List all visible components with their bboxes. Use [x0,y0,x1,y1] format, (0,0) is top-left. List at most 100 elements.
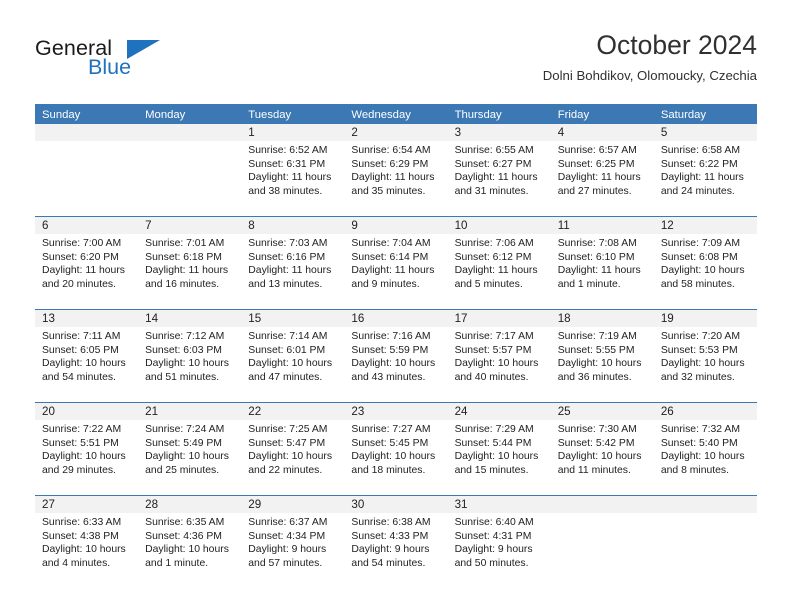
day-cell[interactable]: 6 Sunrise: 7:00 AM Sunset: 6:20 PM Dayli… [35,217,139,309]
daylight-text-line2: and 38 minutes. [248,185,323,197]
day-details: Sunrise: 6:38 AM Sunset: 4:33 PM Dayligh… [344,513,447,570]
daylight-text-line1: Daylight: 9 hours [248,544,327,556]
daylight-text-line1: Daylight: 10 hours [42,358,126,370]
daylight-text-line1: Daylight: 10 hours [557,358,642,370]
sunrise-text: Sunrise: 7:03 AM [248,238,328,249]
day-number: 27 [35,496,139,513]
day-cell[interactable]: 3 Sunrise: 6:55 AM Sunset: 6:27 PM Dayli… [447,124,551,216]
daylight-text-line1: Daylight: 10 hours [351,451,436,463]
day-cell[interactable]: 15 Sunrise: 7:14 AM Sunset: 6:01 PM Dayl… [241,310,345,402]
day-cell[interactable]: 8 Sunrise: 7:03 AM Sunset: 6:16 PM Dayli… [241,217,345,309]
sunrise-text: Sunrise: 6:37 AM [248,517,328,528]
day-cell[interactable]: 27 Sunrise: 6:33 AM Sunset: 4:38 PM Dayl… [35,496,139,588]
sunrise-text: Sunrise: 6:35 AM [145,517,225,528]
daylight-text-line1: Daylight: 11 hours [42,265,125,277]
day-cell[interactable]: 2 Sunrise: 6:54 AM Sunset: 6:29 PM Dayli… [344,124,448,216]
sunrise-text: Sunrise: 7:19 AM [557,331,637,342]
day-cell[interactable]: 31 Sunrise: 6:40 AM Sunset: 4:31 PM Dayl… [447,496,551,588]
daylight-text-line1: Daylight: 10 hours [454,451,539,463]
week-row: 13 Sunrise: 7:11 AM Sunset: 6:05 PM Dayl… [35,309,757,402]
sunset-text: Sunset: 5:47 PM [248,437,326,449]
daylight-text-line1: Daylight: 11 hours [145,265,229,277]
day-cell[interactable] [550,496,654,588]
title-block: October 2024 Dolni Bohdikov, Olomoucky, … [543,30,757,84]
day-cell[interactable]: 26 Sunrise: 7:32 AM Sunset: 5:40 PM Dayl… [653,403,757,495]
weekday-header-sunday: Sunday [42,109,81,121]
day-number: 31 [447,496,551,513]
day-number: 9 [344,217,448,234]
day-details: Sunrise: 7:30 AM Sunset: 5:42 PM Dayligh… [551,420,654,477]
daylight-text-line1: Daylight: 10 hours [660,265,745,277]
day-cell[interactable]: 13 Sunrise: 7:11 AM Sunset: 6:05 PM Dayl… [35,310,139,402]
day-cell[interactable]: 17 Sunrise: 7:17 AM Sunset: 5:57 PM Dayl… [447,310,551,402]
day-cell[interactable]: 25 Sunrise: 7:30 AM Sunset: 5:42 PM Dayl… [550,403,654,495]
day-cell[interactable]: 10 Sunrise: 7:06 AM Sunset: 6:12 PM Dayl… [447,217,551,309]
day-details [654,513,757,516]
daylight-text-line2: and 27 minutes. [557,185,632,197]
daylight-text-line2: and 54 minutes. [351,557,426,569]
daylight-text-line2: and 1 minute. [145,557,209,569]
daylight-text-line1: Daylight: 10 hours [42,451,126,463]
day-details: Sunrise: 7:32 AM Sunset: 5:40 PM Dayligh… [654,420,757,477]
logo-triangle-icon [127,40,160,59]
day-details: Sunrise: 7:24 AM Sunset: 5:49 PM Dayligh… [138,420,241,477]
sunset-text: Sunset: 5:53 PM [660,344,738,356]
page-subtitle: Dolni Bohdikov, Olomoucky, Czechia [542,68,757,84]
day-number: 30 [344,496,448,513]
day-details: Sunrise: 6:58 AM Sunset: 6:22 PM Dayligh… [654,141,757,198]
day-number: 14 [138,310,242,327]
day-cell[interactable]: 1 Sunrise: 6:52 AM Sunset: 6:31 PM Dayli… [241,124,345,216]
day-cell[interactable]: 5 Sunrise: 6:58 AM Sunset: 6:22 PM Dayli… [653,124,757,216]
day-cell[interactable]: 21 Sunrise: 7:24 AM Sunset: 5:49 PM Dayl… [138,403,242,495]
day-cell[interactable]: 4 Sunrise: 6:57 AM Sunset: 6:25 PM Dayli… [550,124,654,216]
day-cell[interactable]: 19 Sunrise: 7:20 AM Sunset: 5:53 PM Dayl… [653,310,757,402]
page-header: General Blue October 2024 Dolni Bohdikov… [0,0,792,104]
day-cell[interactable]: 28 Sunrise: 6:35 AM Sunset: 4:36 PM Dayl… [138,496,242,588]
day-cell[interactable]: 16 Sunrise: 7:16 AM Sunset: 5:59 PM Dayl… [344,310,448,402]
daylight-text-line1: Daylight: 10 hours [557,451,642,463]
daylight-text-line1: Daylight: 10 hours [145,544,229,556]
sunrise-text: Sunrise: 6:55 AM [454,145,534,156]
day-cell[interactable]: 22 Sunrise: 7:25 AM Sunset: 5:47 PM Dayl… [241,403,345,495]
day-cell[interactable]: 12 Sunrise: 7:09 AM Sunset: 6:08 PM Dayl… [653,217,757,309]
sunrise-text: Sunrise: 6:40 AM [454,517,534,528]
day-number: 16 [344,310,448,327]
day-cell[interactable]: 9 Sunrise: 7:04 AM Sunset: 6:14 PM Dayli… [344,217,448,309]
sunrise-text: Sunrise: 7:30 AM [557,424,637,435]
day-details: Sunrise: 7:16 AM Sunset: 5:59 PM Dayligh… [344,327,447,384]
sunset-text: Sunset: 4:38 PM [42,530,119,542]
daylight-text-line1: Daylight: 10 hours [351,358,436,370]
day-cell[interactable]: 29 Sunrise: 6:37 AM Sunset: 4:34 PM Dayl… [241,496,345,588]
sunset-text: Sunset: 5:59 PM [351,344,429,356]
day-cell[interactable]: 18 Sunrise: 7:19 AM Sunset: 5:55 PM Dayl… [550,310,654,402]
day-cell[interactable]: 7 Sunrise: 7:01 AM Sunset: 6:18 PM Dayli… [138,217,242,309]
day-number: 26 [653,403,757,420]
weekday-header-row: Sunday Monday Tuesday Wednesday Thursday… [35,104,757,124]
day-cell[interactable]: 14 Sunrise: 7:12 AM Sunset: 6:03 PM Dayl… [138,310,242,402]
sunset-text: Sunset: 6:14 PM [351,251,429,263]
daylight-text-line2: and 31 minutes. [454,185,529,197]
sunset-text: Sunset: 5:51 PM [42,437,119,449]
daylight-text-line2: and 43 minutes. [351,371,426,383]
day-cell[interactable]: 30 Sunrise: 6:38 AM Sunset: 4:33 PM Dayl… [344,496,448,588]
sunset-text: Sunset: 4:31 PM [454,530,532,542]
day-details: Sunrise: 7:29 AM Sunset: 5:44 PM Dayligh… [448,420,551,477]
day-cell[interactable]: 11 Sunrise: 7:08 AM Sunset: 6:10 PM Dayl… [550,217,654,309]
sunset-text: Sunset: 6:20 PM [42,251,119,263]
sunset-text: Sunset: 6:18 PM [145,251,222,263]
day-cell[interactable]: 20 Sunrise: 7:22 AM Sunset: 5:51 PM Dayl… [35,403,139,495]
weekday-header-wednesday: Wednesday [351,109,411,121]
sunrise-text: Sunrise: 7:27 AM [351,424,431,435]
sunset-text: Sunset: 5:49 PM [145,437,222,449]
day-cell[interactable]: 23 Sunrise: 7:27 AM Sunset: 5:45 PM Dayl… [344,403,448,495]
day-details: Sunrise: 7:20 AM Sunset: 5:53 PM Dayligh… [654,327,757,384]
sunset-text: Sunset: 6:31 PM [248,158,326,170]
day-number: 1 [241,124,345,141]
sunrise-text: Sunrise: 7:16 AM [351,331,431,342]
day-cell[interactable] [653,496,757,588]
day-details: Sunrise: 6:54 AM Sunset: 6:29 PM Dayligh… [344,141,447,198]
day-cell[interactable] [35,124,139,216]
sunset-text: Sunset: 6:01 PM [248,344,326,356]
day-cell[interactable] [138,124,242,216]
day-cell[interactable]: 24 Sunrise: 7:29 AM Sunset: 5:44 PM Dayl… [447,403,551,495]
